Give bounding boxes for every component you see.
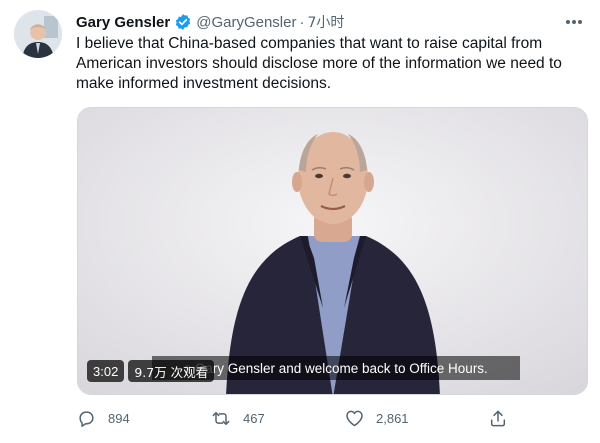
reply-button[interactable]: 894 [76, 408, 130, 428]
retweet-count: 467 [243, 410, 265, 426]
like-icon [344, 408, 364, 428]
retweet-button[interactable]: 467 [211, 408, 265, 428]
video-badges: 3:02 9.7万 次观看 [87, 360, 215, 382]
video-view-count: 9.7万 次观看 [128, 360, 215, 382]
share-button[interactable] [488, 408, 508, 428]
reply-count: 894 [108, 410, 130, 426]
author-name[interactable]: Gary Gensler [76, 14, 170, 31]
tweet-header: Gary Gensler @GaryGensler · 7小时 [76, 12, 560, 32]
reply-icon [76, 408, 96, 428]
author-avatar[interactable] [14, 10, 62, 58]
like-button[interactable]: 2,861 [344, 408, 409, 428]
share-icon [488, 408, 508, 428]
retweet-icon [211, 408, 231, 428]
tweet-text: I believe that China-based companies tha… [76, 35, 562, 92]
more-options-icon[interactable] [564, 12, 584, 32]
video-duration: 3:02 [87, 360, 125, 382]
tweet-timestamp[interactable]: 7小时 [307, 12, 344, 32]
author-handle[interactable]: @GaryGensler [196, 14, 296, 31]
avatar-image [14, 10, 62, 58]
video-frame [78, 108, 587, 394]
header-separator: · [299, 13, 305, 31]
video-player[interactable]: s Gary Gensler and welcome back to Offic… [77, 107, 588, 395]
tweet-action-bar: 894 467 2,861 [76, 407, 516, 429]
like-count: 2,861 [376, 410, 409, 426]
verified-badge-icon [174, 13, 192, 31]
